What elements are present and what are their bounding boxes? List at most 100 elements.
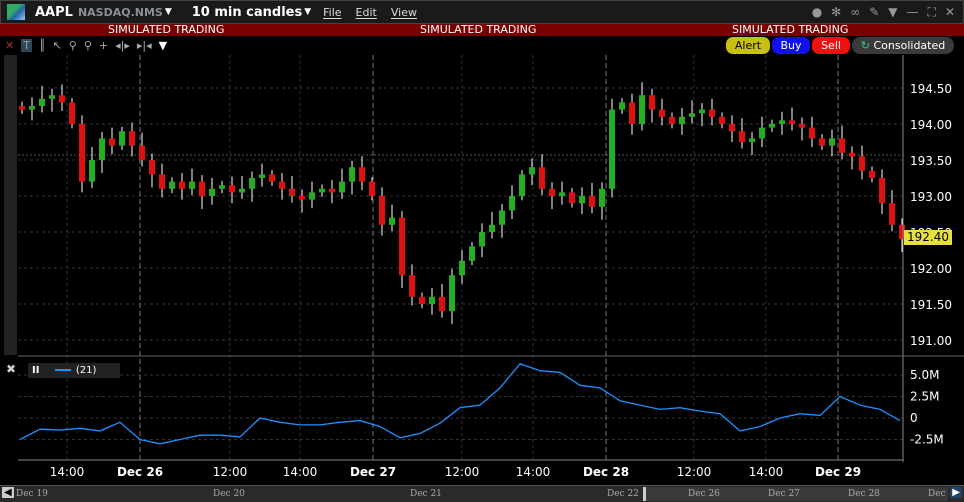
indicator-tick-label: 5.0M <box>910 368 939 382</box>
candle <box>789 120 795 124</box>
indicator-param: (21) <box>75 365 97 376</box>
candle <box>639 95 645 124</box>
candle <box>869 170 875 178</box>
candle <box>139 145 145 160</box>
nav-label: Dec 20 <box>213 489 245 499</box>
menu-view[interactable]: View <box>391 6 417 19</box>
candle <box>99 138 105 160</box>
candle <box>669 116 675 124</box>
candle <box>859 156 865 171</box>
shrink-icon[interactable]: ▸|◂ <box>137 39 152 52</box>
pin-icon[interactable]: ✎ <box>869 5 879 20</box>
candle <box>19 106 25 110</box>
candle <box>689 113 695 117</box>
zoom-out-icon[interactable]: ⚲ <box>84 39 92 52</box>
candle <box>339 181 345 193</box>
expand-icon[interactable]: ◂|▸ <box>115 39 130 52</box>
indicator-line <box>19 363 901 445</box>
price-tick-label: 192.00 <box>910 262 952 276</box>
candle <box>459 260 465 276</box>
candle <box>739 131 745 142</box>
menu-file[interactable]: File <box>323 6 341 19</box>
refresh-icon: ↻ <box>860 39 874 52</box>
candle <box>819 138 825 146</box>
price-tick-label: 194.00 <box>910 118 952 132</box>
nav-label: Dec 26 <box>688 489 720 499</box>
candle <box>59 95 65 103</box>
candle <box>709 109 715 117</box>
chat-icon[interactable]: ● <box>812 5 822 20</box>
candle <box>519 174 525 196</box>
exchange[interactable]: NASDAQ.NMS <box>78 6 163 19</box>
price-tick-label: 193.50 <box>910 154 952 168</box>
zoom-in-icon[interactable]: ⚲ <box>69 39 77 52</box>
price-tick-label: 193.00 <box>910 190 952 204</box>
time-label: 14:00 <box>50 465 85 479</box>
symbol[interactable]: AAPL <box>35 5 73 20</box>
minimize-icon[interactable]: — <box>907 5 919 20</box>
candle <box>629 102 635 124</box>
candle <box>209 188 215 196</box>
candle <box>759 127 765 139</box>
candle <box>749 138 755 142</box>
consolidated-button[interactable]: ↻ Consolidated <box>852 37 954 54</box>
close-indicator-icon[interactable]: ✖ <box>6 362 16 376</box>
app-logo-icon <box>7 4 25 20</box>
candle <box>719 116 725 124</box>
simulated-trading-banner: SIMULATED TRADING SIMULATED TRADING SIMU… <box>0 24 964 36</box>
alert-button[interactable]: Alert <box>726 37 770 54</box>
candle <box>319 188 325 193</box>
scroll-right-icon[interactable]: ▶ <box>950 487 962 498</box>
indicator-tick-label: -2.5M <box>910 433 944 447</box>
time-label: Dec 29 <box>815 465 861 479</box>
price-tick-label: 194.50 <box>910 82 952 96</box>
close-icon[interactable]: ✕ <box>5 39 14 52</box>
candle <box>509 196 515 211</box>
price-chart[interactable]: 194.50194.00193.50193.00192.50192.00191.… <box>0 0 964 502</box>
text-tool-icon[interactable]: T <box>21 39 32 52</box>
crosshair-icon[interactable]: + <box>99 39 108 52</box>
price-tick-label: 191.00 <box>910 334 952 348</box>
maximize-icon[interactable]: ⛶ <box>928 5 936 20</box>
time-label: Dec 27 <box>350 465 396 479</box>
cursor-icon[interactable]: ↖ <box>53 39 62 52</box>
gear-icon[interactable]: ✻ <box>831 5 841 20</box>
last-price-tag: 192.40 <box>904 230 952 245</box>
bar-type-icon[interactable]: ║ <box>39 39 46 52</box>
indicator-legend[interactable]: II (21) <box>28 363 120 378</box>
candle <box>409 275 415 297</box>
vertical-scrollbar[interactable] <box>4 55 17 355</box>
candle <box>419 296 425 304</box>
scroll-left-icon[interactable]: ◀ <box>2 487 14 498</box>
candle <box>829 138 835 146</box>
time-label: 12:00 <box>445 465 480 479</box>
interval-select[interactable]: 10 min candles <box>192 5 302 20</box>
dropdown-icon[interactable]: ▼ <box>888 5 897 20</box>
candle <box>569 192 575 204</box>
symbol-dropdown-icon[interactable]: ▼ <box>165 7 172 17</box>
nav-label: Dec 28 <box>848 489 880 499</box>
indicator-tick-label: 0 <box>910 411 918 425</box>
menu-edit[interactable]: Edit <box>356 6 377 19</box>
candle <box>729 124 735 132</box>
candle <box>189 181 195 189</box>
sell-button[interactable]: Sell <box>812 37 850 54</box>
nav-label: Dec 27 <box>768 489 800 499</box>
more-icon[interactable]: ▼ <box>159 39 167 52</box>
candle <box>79 124 85 182</box>
candle <box>439 296 445 312</box>
candle <box>289 188 295 196</box>
close-icon[interactable]: ✕ <box>945 5 955 20</box>
buy-button[interactable]: Buy <box>772 37 810 54</box>
sim-label: SIMULATED TRADING <box>732 23 849 36</box>
navigator-bar[interactable]: ◀ Dec 19 Dec 20 Dec 21 Dec 22 Dec 26 Dec… <box>0 485 964 502</box>
candle <box>449 275 455 312</box>
candle <box>479 232 485 247</box>
candle <box>529 167 535 175</box>
candle <box>49 95 55 99</box>
candle <box>149 160 155 175</box>
link-icon[interactable]: ∞ <box>850 5 860 20</box>
interval-dropdown-icon[interactable]: ▼ <box>304 7 311 17</box>
candle <box>129 131 135 146</box>
candle <box>649 95 655 110</box>
